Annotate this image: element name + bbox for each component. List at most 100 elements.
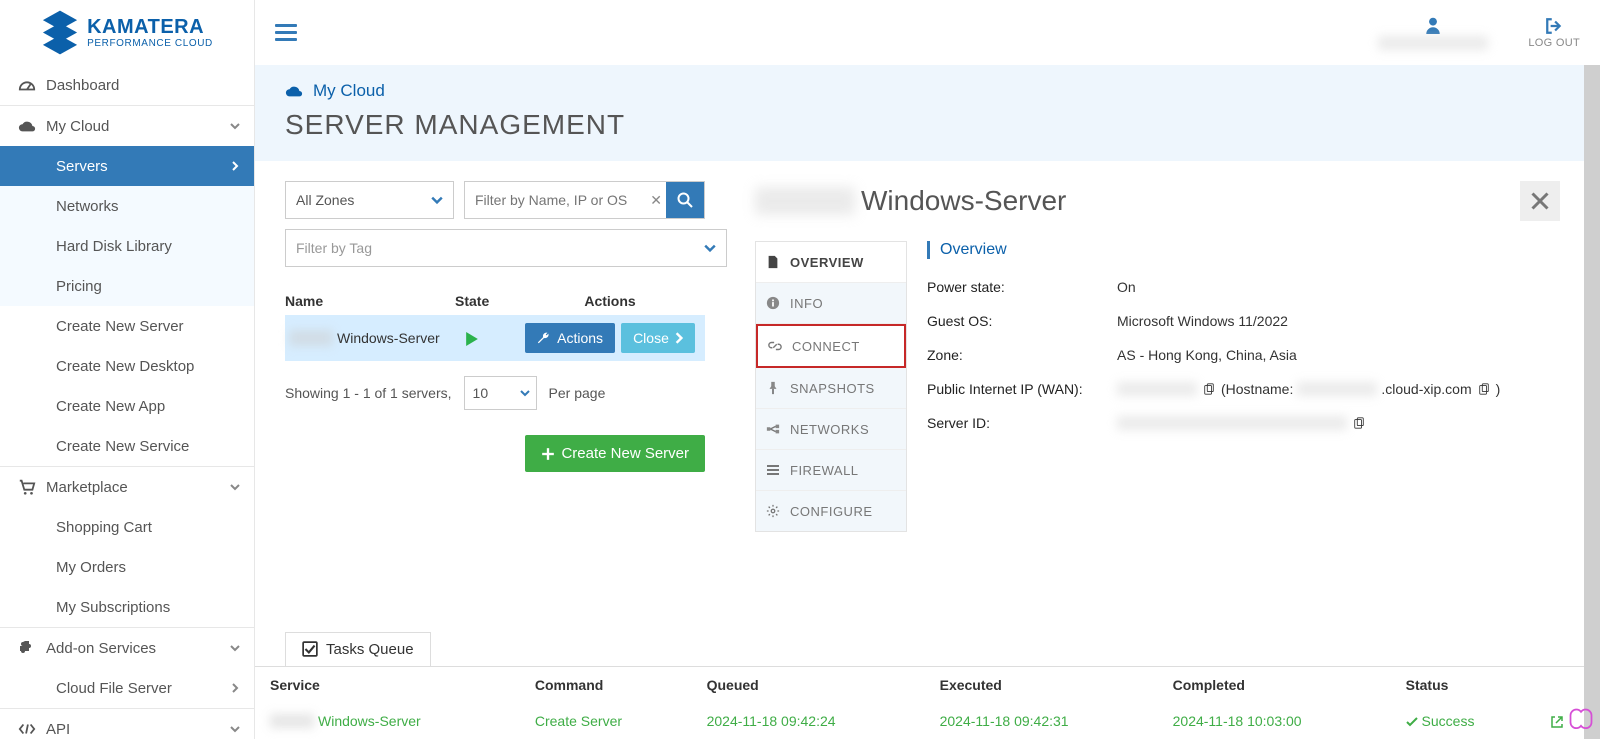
- plus-icon: [541, 447, 555, 461]
- kv-zone-key: Zone:: [927, 347, 1117, 363]
- tab-info[interactable]: INFO: [756, 283, 906, 324]
- col-service: Service: [255, 667, 520, 703]
- logout-button[interactable]: LOG OUT: [1528, 17, 1580, 49]
- nav-create-new-server[interactable]: Create New Server: [0, 306, 254, 346]
- nav-shopping-cart[interactable]: Shopping Cart: [0, 507, 254, 547]
- logo[interactable]: KAMATERA PERFORMANCE CLOUD: [0, 0, 255, 65]
- task-queued: 2024-11-18 09:42:24: [692, 703, 925, 739]
- close-icon: [1531, 192, 1549, 210]
- nav-my-cloud[interactable]: My Cloud: [0, 106, 254, 146]
- task-row: Windows-Server Create Server 2024-11-18 …: [255, 703, 1600, 739]
- gear-icon: [766, 504, 780, 518]
- nav-api[interactable]: API: [0, 709, 254, 739]
- server-state: [455, 330, 515, 346]
- page-title: SERVER MANAGEMENT: [285, 109, 1570, 141]
- tab-firewall[interactable]: FIREWALL: [756, 450, 906, 491]
- scrollbar[interactable]: [1584, 65, 1600, 739]
- open-task-icon[interactable]: [1550, 715, 1564, 729]
- task-status: Success: [1391, 703, 1536, 739]
- kv-server-id-key: Server ID:: [927, 415, 1117, 431]
- tag-filter-dropdown[interactable]: Filter by Tag: [285, 229, 727, 267]
- logout-label: LOG OUT: [1528, 37, 1580, 49]
- account-name-masked: [1378, 36, 1488, 50]
- account-menu[interactable]: [1378, 16, 1488, 50]
- nav-pricing[interactable]: Pricing: [0, 266, 254, 306]
- search-button[interactable]: [666, 182, 704, 218]
- tab-snapshots[interactable]: SNAPSHOTS: [756, 368, 906, 409]
- ip-masked: [1117, 382, 1197, 396]
- chevron-down-icon: [230, 121, 240, 131]
- brand-name: KAMATERA: [87, 17, 213, 37]
- nav-cloud-file-server[interactable]: Cloud File Server: [0, 668, 254, 708]
- assistant-badge-icon: [1567, 706, 1595, 734]
- nav-create-new-desktop[interactable]: Create New Desktop: [0, 346, 254, 386]
- server-table: Name State Actions Windows-Server: [285, 287, 705, 361]
- kv-zone-val: AS - Hong Kong, China, Asia: [1117, 347, 1297, 363]
- copy-ip-icon[interactable]: [1203, 383, 1215, 395]
- col-completed: Completed: [1158, 667, 1391, 703]
- pager-showing-text: Showing 1 - 1 of 1 servers,: [285, 385, 452, 401]
- detail-content: Overview Power state: On Guest OS: Micro…: [927, 241, 1560, 532]
- play-icon: [465, 332, 479, 346]
- tab-networks[interactable]: NETWORKS: [756, 409, 906, 450]
- server-prefix-masked: [755, 187, 855, 215]
- sidebar-toggle[interactable]: [275, 22, 297, 43]
- nav-create-new-service[interactable]: Create New Service: [0, 426, 254, 466]
- info-icon: [766, 296, 780, 310]
- copy-server-id-icon[interactable]: [1353, 417, 1365, 429]
- server-close-button[interactable]: Close: [621, 323, 695, 353]
- chevron-down-icon: [230, 724, 240, 734]
- nav-servers[interactable]: Servers: [0, 146, 254, 186]
- create-new-server-button[interactable]: Create New Server: [525, 435, 705, 472]
- chevron-right-icon: [230, 161, 240, 171]
- chevron-down-icon: [230, 643, 240, 653]
- server-row[interactable]: Windows-Server Actions Close: [285, 315, 705, 361]
- tasks-icon: [302, 641, 318, 657]
- chevron-down-icon: [431, 194, 443, 206]
- chevron-right-icon: [230, 683, 240, 693]
- nav-marketplace[interactable]: Marketplace: [0, 467, 254, 507]
- kv-guest-os-key: Guest OS:: [927, 313, 1117, 329]
- nav-hard-disk-library[interactable]: Hard Disk Library: [0, 226, 254, 266]
- task-executed: 2024-11-18 09:42:31: [925, 703, 1158, 739]
- close-detail-button[interactable]: [1520, 181, 1560, 221]
- col-actions: Actions: [515, 293, 705, 309]
- nav-dashboard[interactable]: Dashboard: [0, 65, 254, 105]
- server-prefix-masked: [289, 330, 333, 346]
- copy-hostname-icon[interactable]: [1478, 383, 1490, 395]
- server-id-masked: [1117, 416, 1347, 430]
- server-actions-button[interactable]: Actions: [525, 323, 615, 353]
- kv-power-state-val: On: [1117, 279, 1136, 295]
- tasks-table: Service Command Queued Executed Complete…: [255, 667, 1600, 739]
- per-page-label: Per page: [549, 385, 606, 401]
- nav-my-orders[interactable]: My Orders: [0, 547, 254, 587]
- tab-configure[interactable]: CONFIGURE: [756, 491, 906, 531]
- name-filter-input[interactable]: [465, 182, 666, 218]
- nav-my-subscriptions[interactable]: My Subscriptions: [0, 587, 254, 627]
- firewall-icon: [766, 463, 780, 477]
- tab-overview[interactable]: OVERVIEW: [756, 242, 906, 283]
- kv-wan-val: (Hostname: .cloud-xip.com ): [1117, 381, 1500, 397]
- chevron-down-icon: [230, 482, 240, 492]
- dashboard-icon: [18, 76, 36, 94]
- clear-filter-icon[interactable]: ✕: [650, 192, 662, 209]
- check-icon: [1406, 716, 1418, 728]
- hostname-masked: [1297, 382, 1377, 396]
- nav-create-new-app[interactable]: Create New App: [0, 386, 254, 426]
- kv-server-id-val: [1117, 415, 1367, 431]
- col-queued: Queued: [692, 667, 925, 703]
- tab-connect[interactable]: CONNECT: [756, 324, 906, 368]
- per-page-dropdown[interactable]: 10: [464, 376, 537, 410]
- detail-tabs: OVERVIEW INFO CONNECT SNAPSHOTS: [755, 241, 907, 532]
- file-icon: [766, 255, 780, 269]
- breadcrumb[interactable]: My Cloud: [285, 81, 1570, 101]
- nav-networks[interactable]: Networks: [0, 186, 254, 226]
- server-list-pane: All Zones ✕ Filter by Tag: [255, 161, 735, 628]
- pager: Showing 1 - 1 of 1 servers, 10 Per page: [285, 376, 705, 410]
- tasks-queue-tab[interactable]: Tasks Queue: [285, 632, 431, 666]
- detail-server-name: Windows-Server: [861, 185, 1066, 217]
- task-service: Windows-Server: [318, 713, 421, 729]
- zone-filter-dropdown[interactable]: All Zones: [285, 181, 454, 219]
- nav-addon-services[interactable]: Add-on Services: [0, 628, 254, 668]
- puzzle-icon: [18, 639, 36, 657]
